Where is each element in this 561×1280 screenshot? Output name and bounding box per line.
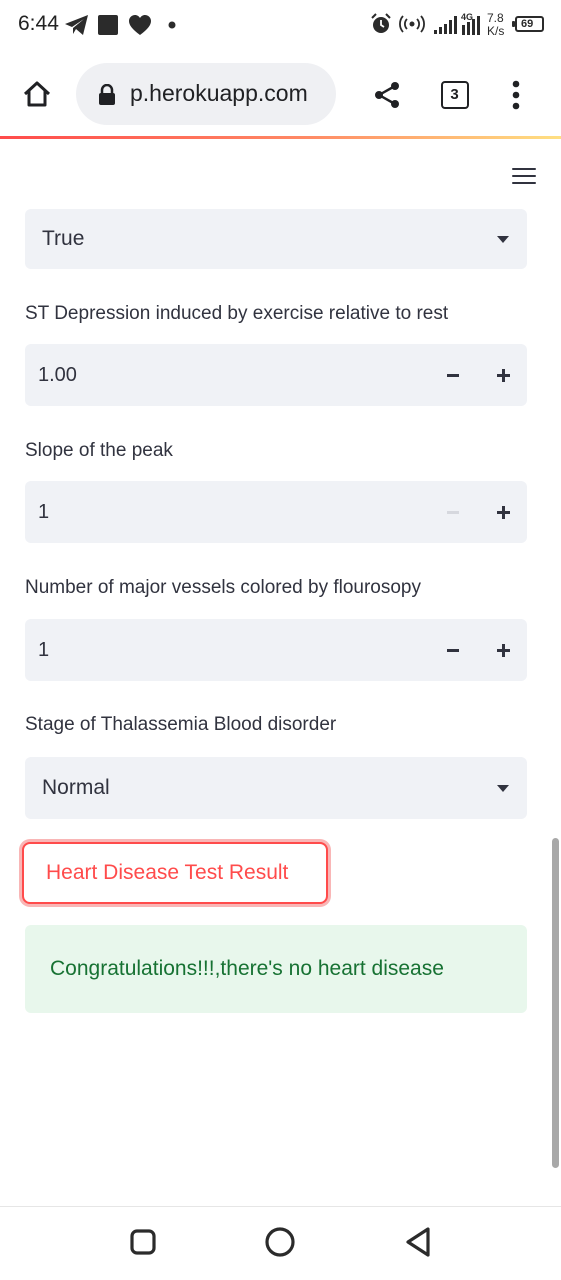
nav-divider	[0, 1206, 561, 1207]
page-scrollbar[interactable]	[552, 838, 559, 1168]
slope-value[interactable]: 1	[38, 501, 49, 524]
heart-icon	[129, 15, 151, 35]
signal-icon	[434, 16, 457, 34]
success-message: Congratulations!!!,there's no heart dise…	[50, 957, 444, 980]
battery-icon: 69	[512, 16, 544, 32]
network-speed-value: 7.8	[487, 11, 504, 25]
home-icon[interactable]	[22, 80, 52, 108]
battery-level: 69	[521, 18, 534, 30]
more-icon[interactable]	[511, 80, 521, 110]
slope-number-input: 1	[25, 481, 527, 543]
vessels-decrement-button[interactable]	[429, 619, 477, 681]
telegram-icon	[65, 15, 88, 35]
alarm-icon	[371, 13, 391, 33]
success-alert: Congratulations!!!,there's no heart dise…	[25, 925, 527, 1013]
oldpeak-value[interactable]: 1.00	[38, 364, 77, 387]
tabs-icon[interactable]: 3	[441, 81, 469, 109]
recents-icon[interactable]	[123, 1222, 163, 1262]
hamburger-menu-icon[interactable]	[512, 168, 536, 186]
heart-disease-test-button[interactable]: Heart Disease Test Result	[22, 842, 328, 904]
network-speed-unit: K/s	[487, 24, 505, 38]
oldpeak-increment-button[interactable]	[479, 344, 527, 406]
minus-icon	[447, 511, 459, 514]
heart-disease-test-button-label: Heart Disease Test Result	[46, 861, 289, 884]
square-notification-icon	[98, 15, 118, 35]
tab-count: 3	[450, 86, 459, 103]
minus-icon	[447, 374, 459, 377]
hotspot-icon	[399, 15, 425, 33]
chevron-down-icon	[497, 785, 509, 792]
exang-select[interactable]: True	[25, 209, 527, 269]
home-circle-icon[interactable]	[260, 1222, 300, 1262]
signal-4g-icon: 4G	[460, 12, 486, 35]
status-bar: 6:44 4G 7.8 K/s 69	[0, 0, 561, 50]
url-text: p.herokuapp.com	[130, 80, 308, 106]
exang-select-value: True	[42, 227, 85, 250]
oldpeak-number-input: 1.00	[25, 344, 527, 406]
vessels-value[interactable]: 1	[38, 639, 49, 662]
back-triangle-icon[interactable]	[398, 1222, 438, 1262]
slope-decrement-button[interactable]	[429, 481, 477, 543]
minus-icon	[447, 649, 459, 652]
vessels-increment-button[interactable]	[479, 619, 527, 681]
oldpeak-label: ST Depression induced by exercise relati…	[25, 303, 449, 324]
share-icon[interactable]	[373, 81, 401, 109]
thal-label: Stage of Thalassemia Blood disorder	[25, 714, 337, 735]
slope-increment-button[interactable]	[479, 481, 527, 543]
url-bar[interactable]: p.herokuapp.com	[76, 63, 336, 125]
page-top-decoration	[0, 136, 561, 139]
browser-toolbar: p.herokuapp.com 3	[0, 52, 561, 138]
lock-icon	[99, 84, 115, 105]
chevron-down-icon	[497, 236, 509, 243]
vessels-label: Number of major vessels colored by flour…	[25, 577, 422, 598]
dot-icon	[168, 21, 176, 29]
thal-select[interactable]: Normal	[25, 757, 527, 819]
oldpeak-decrement-button[interactable]	[429, 344, 477, 406]
status-time: 6:44	[18, 12, 59, 35]
thal-select-value: Normal	[42, 776, 110, 799]
vessels-number-input: 1	[25, 619, 527, 681]
slope-label: Slope of the peak	[25, 440, 173, 461]
